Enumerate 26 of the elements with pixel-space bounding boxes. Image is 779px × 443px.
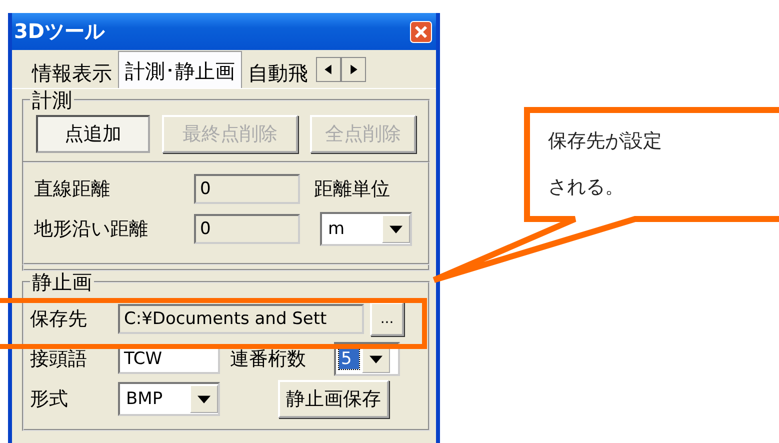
window-title: 3Dツール — [14, 18, 105, 45]
tab[interactable]: 計測･静止画 — [118, 51, 242, 88]
unit-dropdown[interactable]: m — [320, 212, 412, 246]
field-label: 距離単位 — [314, 177, 390, 202]
save-image-button[interactable]: 静止画保存 — [278, 380, 389, 418]
callout-text: される。 — [548, 175, 625, 200]
browse-button[interactable]: ... — [370, 302, 404, 336]
tab[interactable]: 情報表示 — [26, 56, 118, 88]
field-label: 地形沿い距離 — [34, 217, 149, 242]
close-icon[interactable] — [410, 20, 432, 42]
measure-button[interactable]: 点追加 — [36, 115, 150, 153]
scroll-right-icon[interactable] — [341, 57, 366, 82]
scroll-left-icon[interactable] — [316, 57, 341, 82]
field-label: 形式 — [30, 387, 69, 412]
field-label: 接頭語 — [30, 347, 88, 372]
format-dropdown[interactable]: BMP — [118, 382, 220, 416]
group-title: 計測 — [31, 89, 73, 111]
group-title: 静止画 — [31, 271, 93, 293]
path-field[interactable]: C:¥Documents and Sett — [118, 304, 364, 334]
field-label: 保存先 — [30, 307, 88, 332]
field-label: 連番桁数 — [230, 347, 307, 372]
distance-field[interactable]: 0 — [194, 174, 300, 204]
tab[interactable]: 自動飛 — [242, 56, 314, 88]
distance-field[interactable]: 0 — [194, 214, 300, 244]
callout-text: 保存先が設定 — [548, 129, 662, 154]
field-label: 直線距離 — [34, 177, 111, 202]
